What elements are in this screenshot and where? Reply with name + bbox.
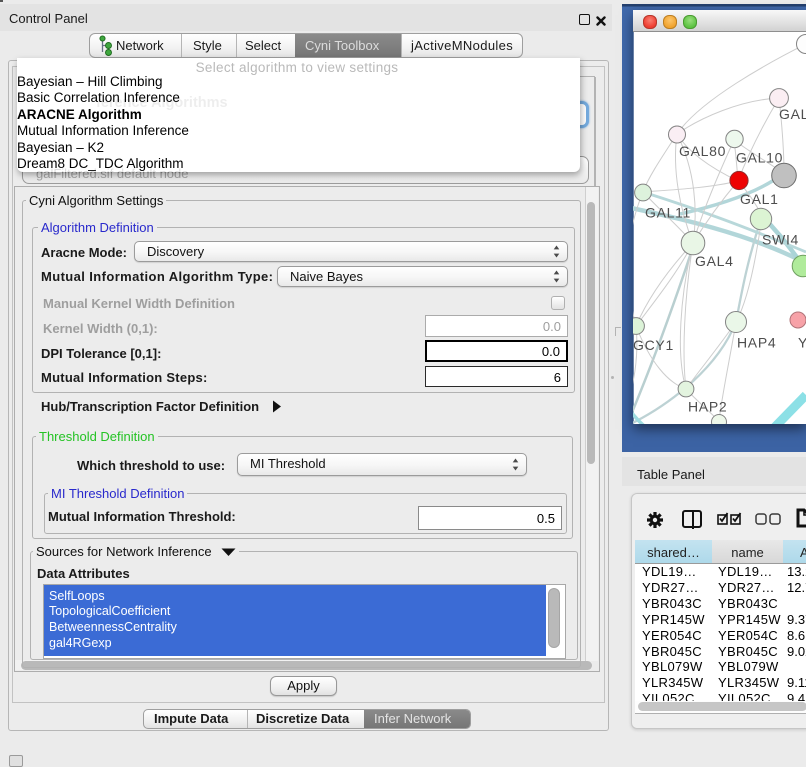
svg-text:HAP4: HAP4 <box>737 335 776 351</box>
svg-text:GAL10: GAL10 <box>736 150 783 166</box>
svg-text:GAL1: GAL1 <box>740 191 779 207</box>
svg-text:GCY1: GCY1 <box>633 337 674 353</box>
svg-text:GAL80: GAL80 <box>679 143 726 159</box>
svg-text:GAL4: GAL4 <box>695 253 734 269</box>
svg-text:HAP2: HAP2 <box>688 399 727 415</box>
svg-text:GAL11: GAL11 <box>645 205 691 221</box>
svg-text:Y: Y <box>798 335 806 351</box>
svg-text:GAL7: GAL7 <box>779 106 806 122</box>
svg-text:SWI4: SWI4 <box>762 232 799 248</box>
